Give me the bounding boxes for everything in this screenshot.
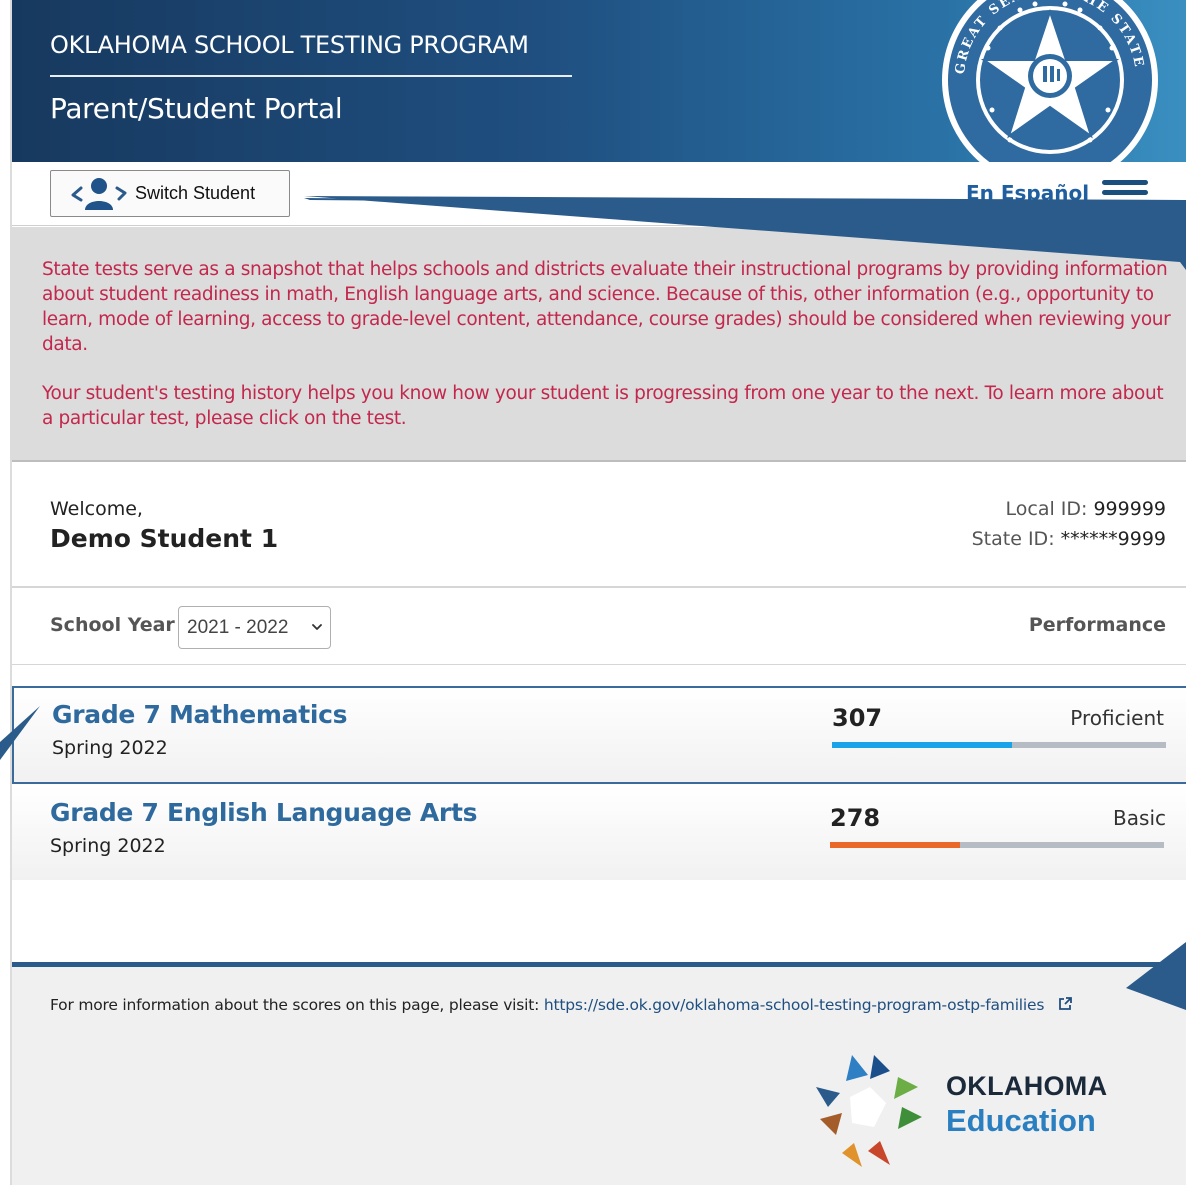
chevron-down-icon: [312, 624, 322, 630]
portal-page: OKLAHOMA SCHOOL TESTING PROGRAM Parent/S…: [10, 0, 1186, 1185]
switch-user-icon: [71, 177, 127, 210]
logo-line-2: Education: [946, 1103, 1096, 1138]
portal-title: Parent/Student Portal: [50, 92, 343, 125]
page-footer: For more information about the scores on…: [12, 962, 1186, 1185]
student-name: Demo Student 1: [50, 524, 279, 553]
performance-level: Basic: [1113, 806, 1166, 830]
state-id: State ID: ******9999: [972, 528, 1166, 550]
test-name-link[interactable]: Grade 7 English Language Arts: [50, 798, 478, 827]
state-id-value: ******9999: [1060, 528, 1166, 550]
oklahoma-education-logo: OKLAHOMA Education: [806, 1047, 1136, 1177]
header-divider: [50, 75, 572, 77]
hamburger-menu-icon[interactable]: [1102, 180, 1148, 206]
test-name-link[interactable]: Grade 7 Mathematics: [52, 700, 348, 729]
switch-student-button[interactable]: Switch Student: [50, 170, 290, 217]
program-title: OKLAHOMA SCHOOL TESTING PROGRAM: [50, 31, 529, 59]
student-info: Welcome, Demo Student 1 Local ID: 999999…: [12, 463, 1186, 588]
switch-student-label: Switch Student: [135, 183, 256, 203]
state-id-label: State ID:: [971, 528, 1055, 550]
external-link-icon[interactable]: [1057, 996, 1073, 1012]
score-bar: [832, 742, 1166, 748]
score-bar-fill: [830, 842, 961, 848]
page-header: OKLAHOMA SCHOOL TESTING PROGRAM Parent/S…: [12, 0, 1186, 162]
ostp-families-link[interactable]: https://sde.ok.gov/oklahoma-school-testi…: [544, 996, 1045, 1014]
test-row[interactable]: Grade 7 English Language Arts Spring 202…: [12, 786, 1186, 880]
performance-label: Performance: [1028, 614, 1166, 636]
local-id-value: 999999: [1093, 498, 1166, 520]
notice-paragraph-1: State tests serve as a snapshot that hel…: [42, 259, 1171, 355]
test-term: Spring 2022: [50, 835, 166, 857]
footer-info-text: For more information about the scores on…: [50, 996, 540, 1014]
welcome-label: Welcome,: [50, 498, 143, 520]
test-row[interactable]: Grade 7 Mathematics Spring 2022 307 Prof…: [12, 686, 1186, 784]
test-term: Spring 2022: [52, 737, 168, 759]
test-score: 307: [832, 704, 883, 732]
notice-panel: State tests serve as a snapshot that hel…: [12, 227, 1186, 462]
state-seal-icon: GREAT SEAL OF THE STATE OF OKLAHOMA: [940, 0, 1158, 162]
local-id-label: Local ID:: [1005, 498, 1088, 520]
notice-paragraph-2: Your student's testing history helps you…: [42, 383, 1164, 429]
filter-row: School Year 2021 - 2022 Performance: [12, 590, 1186, 665]
performance-level: Proficient: [1070, 706, 1164, 730]
test-score: 278: [830, 804, 881, 832]
toolbar: Switch Student En Español: [12, 162, 1186, 226]
star-logo-icon: [816, 1055, 922, 1167]
school-year-select[interactable]: 2021 - 2022: [178, 606, 331, 649]
logo-line-1: OKLAHOMA: [946, 1071, 1108, 1101]
local-id: Local ID: 999999: [1006, 498, 1167, 520]
score-bar: [830, 842, 1164, 848]
school-year-value: 2021 - 2022: [187, 616, 289, 638]
footer-info: For more information about the scores on…: [50, 993, 1160, 1017]
spanish-language-link[interactable]: En Español: [966, 181, 1089, 205]
school-year-label: School Year: [50, 614, 175, 636]
score-bar-fill: [832, 742, 1013, 748]
